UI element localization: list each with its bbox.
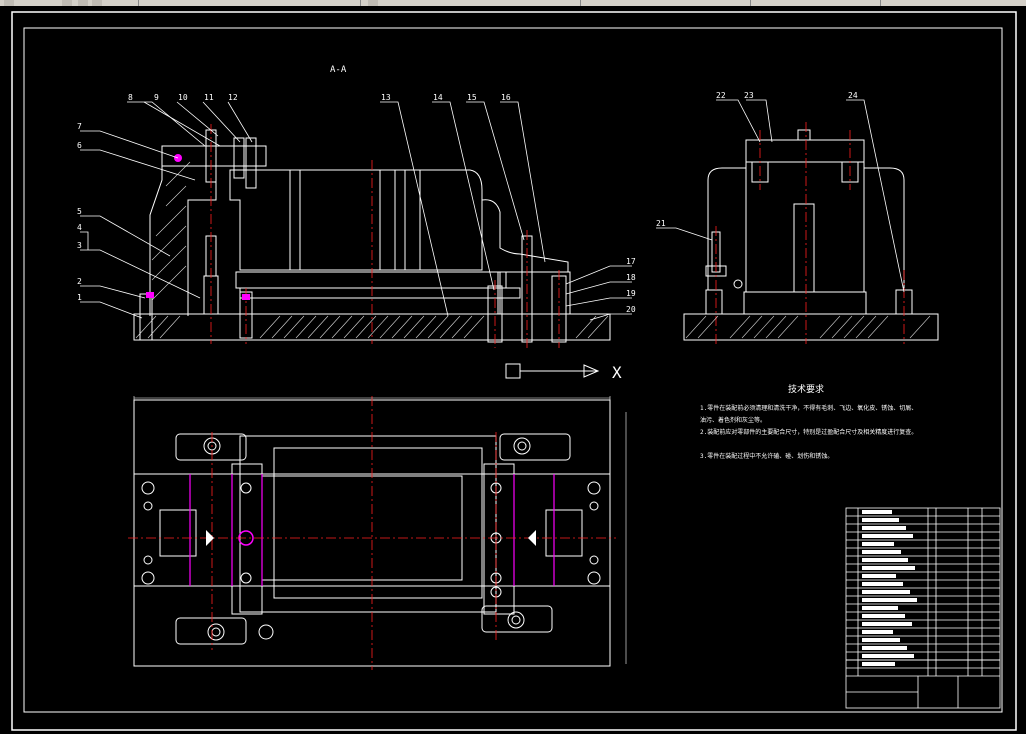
table-cell-text xyxy=(862,590,910,594)
plan-view xyxy=(128,396,627,670)
table-cell-text xyxy=(862,550,901,554)
table-cell-text xyxy=(862,614,905,618)
table-cell-text xyxy=(862,606,898,610)
technical-requirements: 技术要求 1.零件在装配前必须清理和清洗干净，不得有毛刺、飞边、氧化皮、锈蚀、切… xyxy=(700,383,917,460)
table-cell-text xyxy=(862,638,900,642)
leader-lines xyxy=(80,101,632,321)
table-cell-text xyxy=(862,630,893,634)
axis-label: X xyxy=(612,363,622,382)
balloon: 2 xyxy=(77,277,82,286)
balloon: 13 xyxy=(381,93,391,102)
table-cell-text xyxy=(862,622,912,626)
tech-title: 技术要求 xyxy=(788,383,824,395)
balloon: 9 xyxy=(154,93,159,102)
balloon: 4 xyxy=(77,223,82,232)
table-cell-text xyxy=(862,534,913,538)
balloon: 3 xyxy=(77,241,82,250)
tech-line: 3.零件在装配过程中不允许磕、碰、划伤和锈蚀。 xyxy=(700,452,833,460)
balloon: 19 xyxy=(626,289,636,298)
balloon: 14 xyxy=(433,93,443,102)
tech-line: 2.装配前应对零部件的主要配合尺寸，特别是过盈配合尺寸及相关精度进行复查。 xyxy=(700,428,917,436)
table-cell-text xyxy=(862,566,915,570)
balloon: 12 xyxy=(228,93,238,102)
balloon: 24 xyxy=(848,91,858,100)
balloon: 16 xyxy=(501,93,511,102)
balloon: 6 xyxy=(77,141,82,150)
balloon: 5 xyxy=(77,207,82,216)
table-cell-text xyxy=(862,654,914,658)
drawing-canvas[interactable]: A-A X 8 9 10 11 12 7 6 5 4 3 2 1 13 14 1… xyxy=(0,0,1026,734)
balloon: 7 xyxy=(77,122,82,131)
table-cell-text xyxy=(862,574,896,578)
balloon: 11 xyxy=(204,93,214,102)
table-cell-text xyxy=(862,542,894,546)
table-cell-text xyxy=(862,526,906,530)
table-cell-text xyxy=(862,582,903,586)
parts-list-table xyxy=(845,507,1001,709)
balloon: 23 xyxy=(744,91,754,100)
front-section-view: A-A X xyxy=(133,65,622,382)
table-cell-text xyxy=(862,518,899,522)
balloon: 21 xyxy=(656,219,666,228)
balloon: 18 xyxy=(626,273,636,282)
table-cell-text xyxy=(862,646,907,650)
balloon: 1 xyxy=(77,293,82,302)
balloon: 15 xyxy=(467,93,477,102)
balloon: 10 xyxy=(178,93,188,102)
tech-line: 油污、着色剂和灰尘等。 xyxy=(700,416,766,424)
table-cell-text xyxy=(862,598,917,602)
balloon: 8 xyxy=(128,93,133,102)
table-cell-text xyxy=(862,662,895,666)
balloon: 17 xyxy=(626,257,636,266)
side-view: 22 23 24 21 xyxy=(656,91,939,344)
table-cell-text xyxy=(862,558,908,562)
table-cell-text xyxy=(862,510,892,514)
tech-line: 1.零件在装配前必须清理和清洗干净，不得有毛刺、飞边、氧化皮、锈蚀、切屑、 xyxy=(700,404,917,412)
balloon: 20 xyxy=(626,305,636,314)
balloon: 22 xyxy=(716,91,726,100)
section-label: A-A xyxy=(330,65,347,75)
